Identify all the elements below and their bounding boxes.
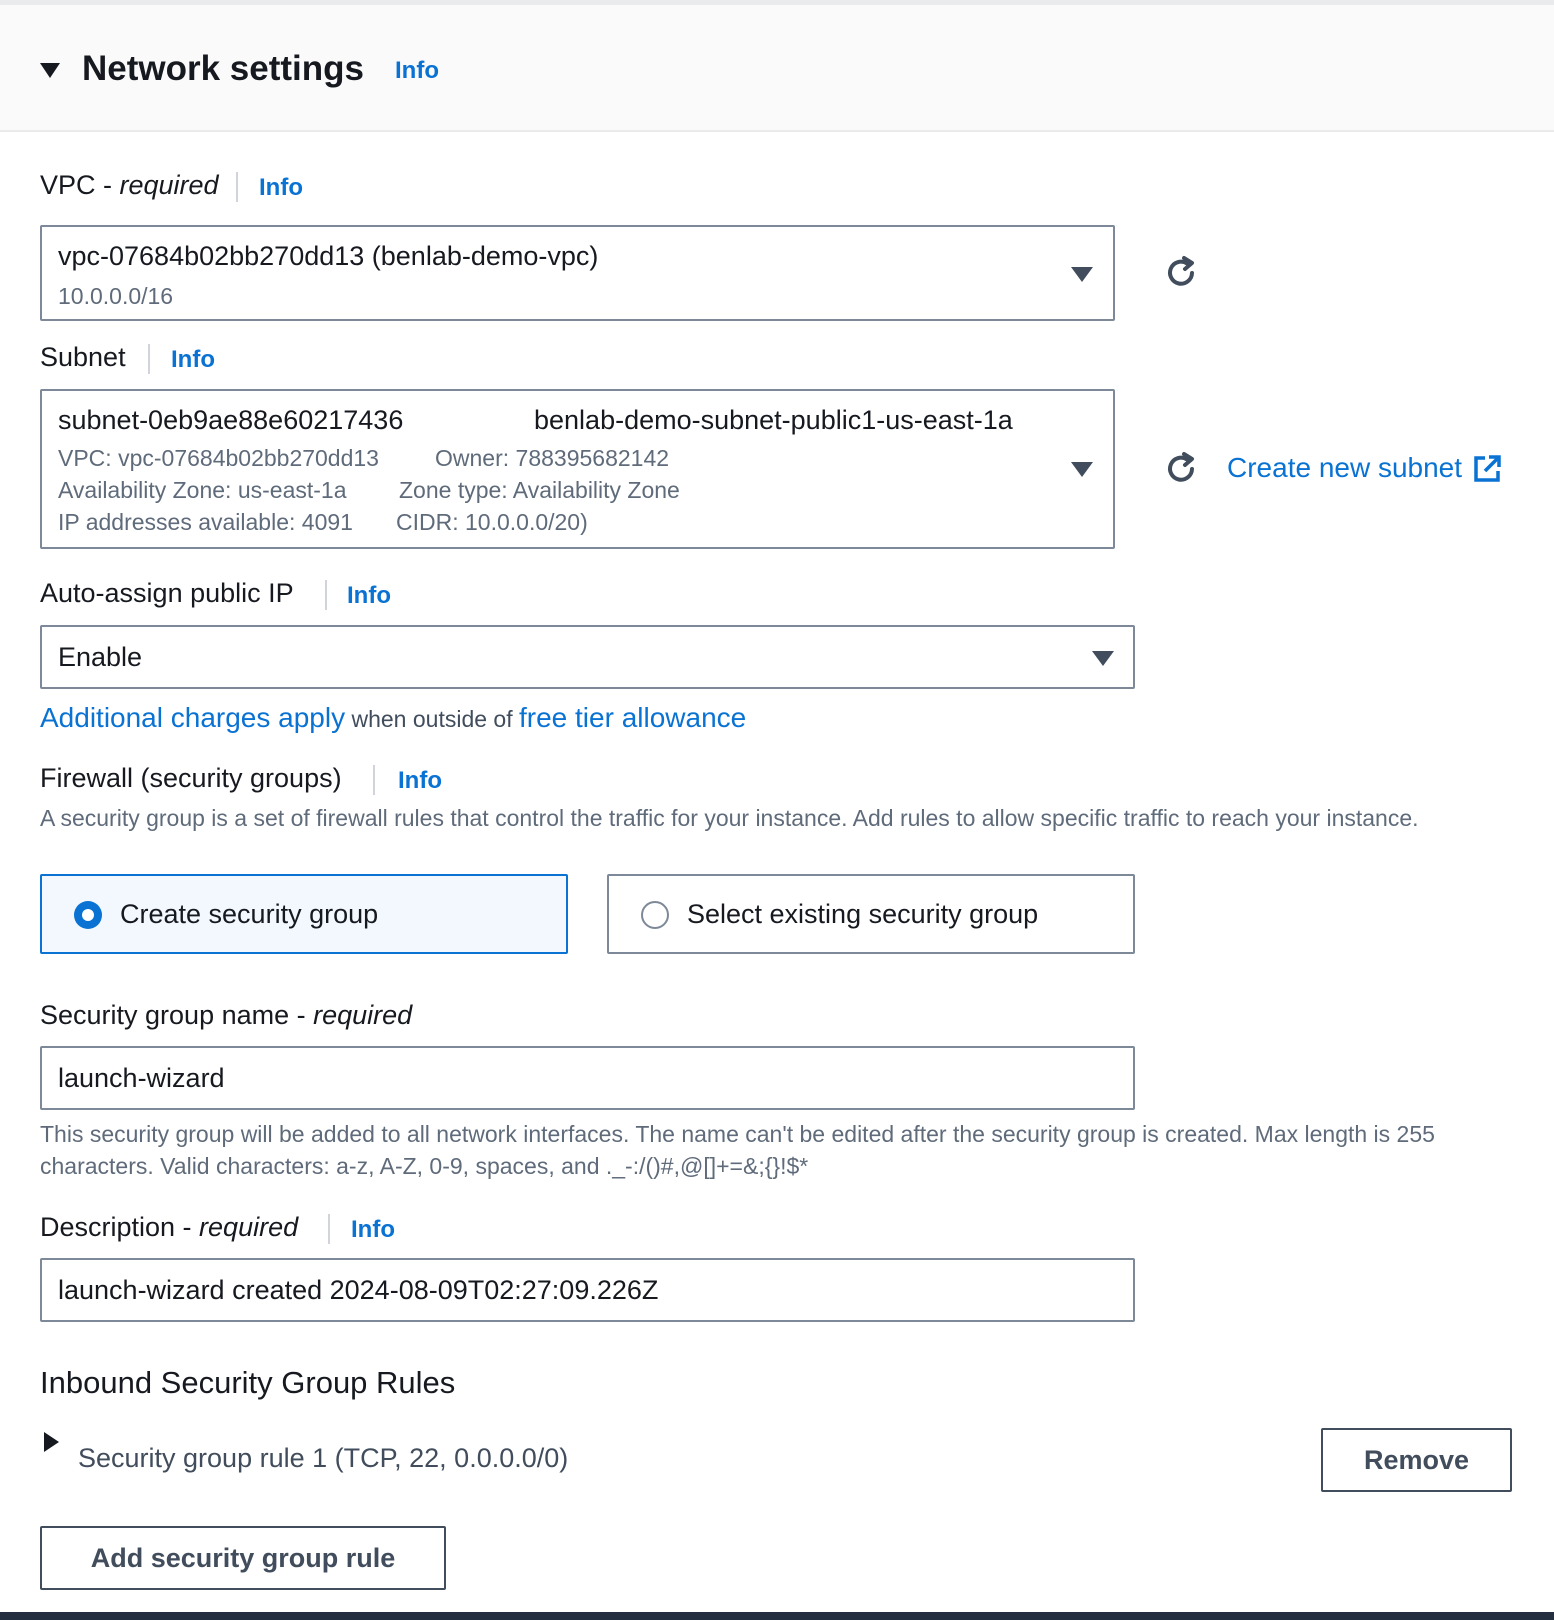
vpc-select-value: vpc-07684b02bb270dd13 (benlab-demo-vpc) (58, 241, 599, 271)
description-info-link[interactable]: Info (351, 1216, 395, 1244)
charges-note: Additional charges apply when outside of… (40, 702, 747, 733)
create-security-group-label: Create security group (120, 899, 379, 929)
subnet-az: Availability Zone: us-east-1a (58, 477, 347, 503)
auto-assign-ip-label: Auto-assign public IP (40, 578, 294, 608)
sg-name-label: Security group name - required (40, 1000, 413, 1030)
divider (325, 580, 327, 610)
additional-charges-link[interactable]: Additional charges apply (40, 702, 345, 733)
description-input[interactable]: launch-wizard created 2024-08-09T02:27:0… (40, 1258, 1135, 1322)
firewall-description: A security group is a set of firewall ru… (40, 805, 1419, 831)
vpc-select[interactable]: vpc-07684b02bb270dd13 (benlab-demo-vpc) … (40, 225, 1115, 321)
inbound-rules-title: Inbound Security Group Rules (40, 1365, 456, 1400)
select-existing-security-group-option[interactable]: Select existing security group (607, 874, 1135, 954)
caret-down-icon[interactable] (40, 63, 60, 78)
chevron-down-icon (1092, 651, 1114, 666)
bottom-bar (0, 1612, 1554, 1620)
refresh-icon[interactable] (1162, 254, 1200, 292)
sg-name-value: launch-wizard (58, 1063, 225, 1093)
divider (236, 172, 238, 202)
subnet-id: subnet-0eb9ae88e60217436 (58, 405, 404, 435)
subnet-zone-type: Zone type: Availability Zone (399, 477, 680, 503)
subnet-owner: Owner: 788395682142 (435, 445, 670, 471)
auto-assign-ip-info-link[interactable]: Info (347, 582, 391, 610)
subnet-ips: IP addresses available: 4091 (58, 509, 353, 535)
add-security-group-rule-button[interactable]: Add security group rule (40, 1526, 446, 1590)
select-existing-security-group-label: Select existing security group (687, 899, 1039, 929)
description-value: launch-wizard created 2024-08-09T02:27:0… (58, 1275, 659, 1305)
subnet-name: benlab-demo-subnet-public1-us-east-1a (534, 405, 1013, 435)
free-tier-link[interactable]: free tier allowance (519, 702, 746, 733)
security-group-rule-1[interactable]: Security group rule 1 (TCP, 22, 0.0.0.0/… (78, 1443, 568, 1474)
external-link-icon (1474, 455, 1501, 482)
sg-name-help: This security group will be added to all… (40, 1121, 1435, 1179)
subnet-label: Subnet (40, 342, 126, 372)
auto-assign-ip-select[interactable]: Enable (40, 625, 1135, 689)
section-title[interactable]: Network settings (82, 49, 364, 89)
vpc-cidr: 10.0.0.0/16 (58, 283, 174, 309)
firewall-info-link[interactable]: Info (398, 767, 442, 795)
sg-name-input[interactable]: launch-wizard (40, 1046, 1135, 1110)
header-info-link[interactable]: Info (395, 57, 439, 85)
radio-selected-icon (74, 901, 102, 929)
radio-unselected-icon (641, 901, 669, 929)
divider (373, 765, 375, 795)
create-security-group-option[interactable]: Create security group (40, 874, 568, 954)
chevron-down-icon (1071, 267, 1093, 282)
subnet-cidr: CIDR: 10.0.0.0/20) (396, 509, 588, 535)
description-label: Description - required (40, 1212, 299, 1242)
subnet-info-link[interactable]: Info (171, 346, 215, 374)
firewall-label: Firewall (security groups) (40, 763, 342, 793)
subnet-select[interactable]: subnet-0eb9ae88e60217436 benlab-demo-sub… (40, 389, 1115, 549)
vpc-label: VPC - required (40, 170, 219, 200)
auto-assign-ip-value: Enable (58, 642, 143, 672)
divider (148, 344, 150, 374)
subnet-vpc: VPC: vpc-07684b02bb270dd13 (58, 445, 379, 471)
create-new-subnet-link[interactable]: Create new subnet (1227, 452, 1462, 484)
remove-button[interactable]: Remove (1321, 1428, 1512, 1492)
vpc-info-link[interactable]: Info (259, 174, 303, 202)
divider (328, 1214, 330, 1244)
refresh-icon[interactable] (1162, 450, 1200, 488)
section-header: Network settings Info (0, 5, 1554, 132)
chevron-down-icon (1071, 462, 1093, 477)
caret-right-icon[interactable] (44, 1432, 59, 1452)
